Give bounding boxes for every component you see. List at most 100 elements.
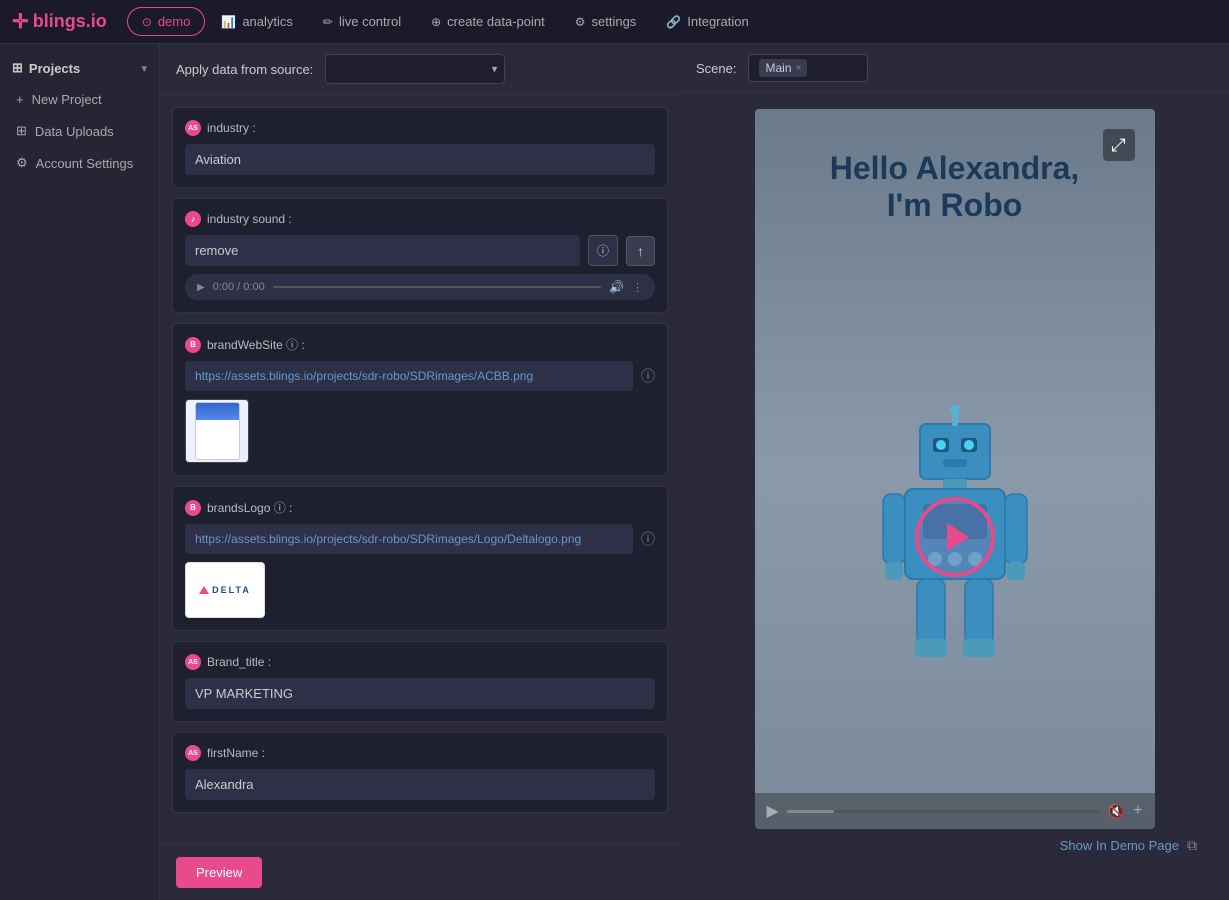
settings-tab-icon: ⚙	[575, 15, 586, 29]
field-label-brandWebSite: B brandWebSite ⓘ :	[185, 336, 655, 353]
analytics-tab-label: analytics	[242, 14, 293, 29]
sidebar: ⊞ Projects ▾ + New Project ⊞ Data Upload…	[0, 44, 160, 900]
integration-tab-label: Integration	[687, 14, 748, 29]
field-label-text-firstName: firstName :	[207, 746, 265, 760]
live-control-tab-icon: ✏	[323, 15, 333, 29]
image-preview-brandWebSite	[185, 399, 249, 463]
data-uploads-icon: ⊞	[16, 123, 27, 139]
sidebar-item-new-project[interactable]: + New Project	[0, 84, 159, 115]
account-settings-label: Account Settings	[36, 156, 134, 171]
show-demo-copy-icon[interactable]: ⧉	[1187, 837, 1197, 854]
create-data-point-tab-icon: ⊕	[431, 15, 441, 29]
image-preview-wrapper-brandWebSite	[185, 399, 655, 463]
new-project-icon: +	[16, 92, 24, 107]
audio-more-icon-industry-sound[interactable]: ⋮	[632, 281, 643, 294]
grid-icon: ⊞	[12, 60, 23, 76]
url-input-brandWebSite[interactable]: https://assets.blings.io/projects/sdr-ro…	[185, 361, 633, 391]
content-area: Apply data from source: AS industry : ♪ …	[160, 44, 1229, 900]
audio-volume-icon-industry-sound[interactable]: 🔊	[609, 280, 624, 294]
field-icon-firstName: AS	[185, 745, 201, 761]
nav-tab-create-data-point[interactable]: ⊕ create data-point	[417, 7, 559, 36]
field-input-industry[interactable]	[185, 144, 655, 175]
projects-label-text: Projects	[29, 61, 80, 76]
logo-plus-icon: ✛	[12, 9, 29, 34]
nav-tab-live-control[interactable]: ✏ live control	[309, 7, 415, 36]
url-field-row-brandWebSite: https://assets.blings.io/projects/sdr-ro…	[185, 361, 655, 391]
account-settings-icon: ⚙	[16, 155, 28, 171]
url-field-row-brandsLogo: https://assets.blings.io/projects/sdr-ro…	[185, 524, 655, 554]
sound-clear-btn-industry-sound[interactable]: ⓘ	[588, 235, 618, 266]
sound-input-row: ⓘ ↑	[185, 235, 655, 266]
sidebar-projects-section[interactable]: ⊞ Projects ▾	[0, 52, 159, 84]
sidebar-chevron-icon: ▾	[141, 62, 147, 75]
url-action-btn-brandsLogo[interactable]: ⓘ	[641, 529, 655, 549]
create-data-point-tab-label: create data-point	[447, 14, 545, 29]
field-icon-industry: AS	[185, 120, 201, 136]
field-label-text-industry-sound: industry sound :	[207, 212, 292, 226]
integration-tab-icon: 🔗	[666, 15, 681, 29]
video-progress-bar[interactable]	[787, 810, 1100, 813]
nav-tab-demo[interactable]: ⊙demo	[127, 7, 206, 36]
main-layout: ⊞ Projects ▾ + New Project ⊞ Data Upload…	[0, 44, 1229, 900]
field-label-text-brand-title: Brand_title :	[207, 655, 271, 669]
sound-upload-btn-industry-sound[interactable]: ↑	[626, 236, 655, 266]
sidebar-item-data-uploads[interactable]: ⊞ Data Uploads	[0, 115, 159, 147]
show-demo-link[interactable]: Show In Demo Page	[1060, 838, 1179, 853]
nav-tab-analytics[interactable]: 📊analytics	[207, 7, 307, 36]
nav-tabs: ⊙demo📊analytics ✏ live control ⊕ create data…	[127, 7, 763, 36]
demo-tab-label: demo	[158, 14, 191, 29]
scene-bar: Scene: Main ×	[680, 44, 1229, 93]
field-label-firstName: AS firstName :	[185, 745, 655, 761]
robot-svg-container	[875, 404, 1035, 669]
apply-data-select-wrapper	[325, 54, 505, 84]
right-panel: Scene: Main × ⤢ Hello Alexandra, I'm Rob…	[680, 44, 1229, 900]
scene-tag-container: Main ×	[748, 54, 868, 82]
delta-logo-text: DELTA	[199, 585, 251, 595]
sidebar-item-account-settings[interactable]: ⚙ Account Settings	[0, 147, 159, 179]
play-button[interactable]	[915, 497, 995, 577]
nav-tab-integration[interactable]: 🔗 Integration	[652, 7, 762, 36]
top-navigation: ✛ blings.io ⊙demo📊analytics ✏ live control…	[0, 0, 1229, 44]
robot-area	[755, 244, 1155, 829]
fields-container: AS industry : ♪ industry sound : ⓘ ↑ ▶ 0…	[160, 95, 680, 844]
field-label-text-industry: industry :	[207, 121, 256, 135]
image-preview-wrapper-brandsLogo: DELTA	[185, 562, 655, 618]
new-project-label: New Project	[32, 92, 102, 107]
scene-tag: Main ×	[759, 59, 807, 77]
play-triangle-icon	[947, 523, 969, 551]
video-play-icon[interactable]: ▶	[767, 801, 779, 821]
field-input-firstName[interactable]	[185, 769, 655, 800]
audio-progress-industry-sound[interactable]	[273, 286, 601, 288]
apply-data-select[interactable]	[325, 54, 505, 84]
nav-tab-settings[interactable]: ⚙settings	[561, 7, 651, 36]
preview-robo-text: I'm Robo	[775, 187, 1135, 224]
field-input-brand-title[interactable]	[185, 678, 655, 709]
preview-text-area: Hello Alexandra, I'm Robo	[755, 109, 1155, 244]
field-card-firstName: AS firstName :	[172, 732, 668, 813]
field-label-brand-title: AS Brand_title :	[185, 654, 655, 670]
field-icon-brandWebSite: B	[185, 337, 201, 353]
field-card-industry-sound: ♪ industry sound : ⓘ ↑ ▶ 0:00 / 0:00 🔊 ⋮	[172, 198, 668, 313]
show-demo-bar: Show In Demo Page ⧉	[1044, 829, 1213, 862]
url-action-btn-brandWebSite[interactable]: ⓘ	[641, 366, 655, 386]
expand-button[interactable]: ⤢	[1103, 129, 1135, 161]
live-control-tab-label: live control	[339, 14, 401, 29]
preview-canvas-wrapper: ⤢ Hello Alexandra, I'm Robo	[680, 93, 1229, 900]
sound-input-industry-sound[interactable]	[185, 235, 580, 266]
video-volume-icon[interactable]: 🔇	[1108, 803, 1125, 820]
preview-button[interactable]: Preview	[176, 857, 262, 888]
preview-canvas: ⤢ Hello Alexandra, I'm Robo	[755, 109, 1155, 829]
video-volume-plus-icon[interactable]: +	[1133, 802, 1142, 820]
field-card-brand-title: AS Brand_title :	[172, 641, 668, 722]
data-uploads-label: Data Uploads	[35, 124, 114, 139]
audio-play-icon-industry-sound[interactable]: ▶	[197, 282, 205, 293]
preview-mockup-brandWebSite	[195, 402, 240, 460]
logo-text: blings.io	[33, 11, 107, 32]
scene-label: Scene:	[696, 61, 736, 76]
video-controls: ▶ 🔇 +	[755, 793, 1155, 829]
apply-data-label: Apply data from source:	[176, 62, 313, 77]
field-label-industry-sound: ♪ industry sound :	[185, 211, 655, 227]
audio-time-industry-sound: 0:00 / 0:00	[213, 281, 265, 293]
scene-tag-close-icon[interactable]: ×	[796, 63, 802, 74]
url-input-brandsLogo[interactable]: https://assets.blings.io/projects/sdr-ro…	[185, 524, 633, 554]
